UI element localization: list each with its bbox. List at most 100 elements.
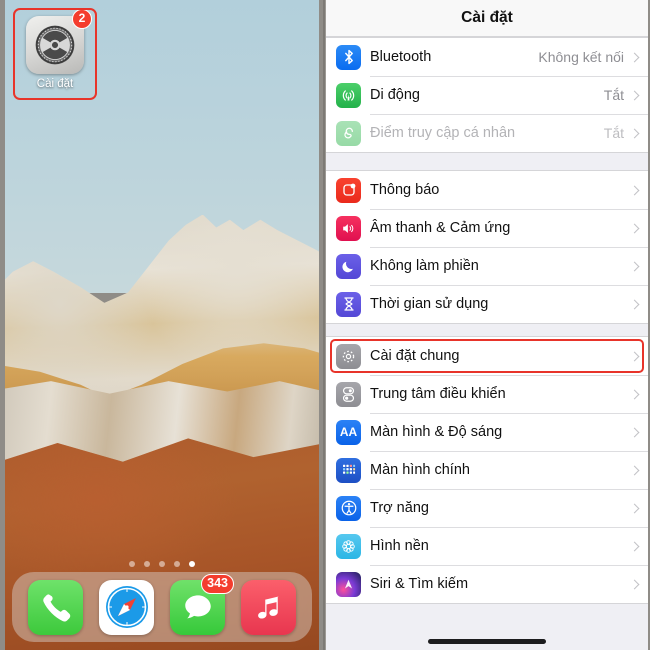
- wallpaper: [5, 0, 319, 650]
- home-indicator[interactable]: [428, 639, 546, 644]
- bluetooth-icon: [336, 44, 361, 70]
- row-value: Tắt: [603, 125, 624, 141]
- chevron-right-icon: [629, 223, 640, 233]
- chevron-right-icon: [629, 579, 640, 589]
- home-screen-panel: 2 Cài đặt 343: [0, 0, 325, 650]
- page-dot-3: [158, 561, 165, 567]
- cellular-glyph: [342, 89, 355, 101]
- settings-app-tile[interactable]: 2: [26, 9, 92, 74]
- control-center-icon: [336, 381, 361, 407]
- hotspot-icon: [336, 120, 361, 146]
- group-separator: [326, 324, 648, 336]
- page-dot-1: [128, 561, 135, 567]
- notifications-glyph: [342, 183, 355, 196]
- notifications-icon: [336, 177, 361, 203]
- settings-row-siri-search[interactable]: Siri & Tìm kiếm: [326, 565, 648, 603]
- phone-icon: [42, 594, 70, 622]
- accessibility-glyph: [341, 500, 356, 516]
- row-label: Siri & Tìm kiếm: [370, 576, 469, 592]
- speech-bubble-icon: [184, 595, 211, 619]
- row-label: Trung tâm điều khiển: [370, 386, 506, 402]
- chevron-right-icon: [629, 128, 640, 138]
- row-label: Hình nền: [370, 538, 429, 554]
- cellular-icon: [336, 82, 361, 108]
- row-value: Không kết nối: [538, 49, 624, 65]
- chevron-right-icon: [629, 541, 640, 551]
- chevron-right-icon: [629, 389, 640, 399]
- settings-group-connectivity: Bluetooth Không kết nối Di động Tắt Điểm…: [326, 37, 648, 153]
- compass-icon: [105, 586, 148, 628]
- settings-row-screen-time[interactable]: Thời gian sử dụng: [326, 285, 648, 323]
- aa-glyph: AA: [339, 425, 358, 439]
- row-label: Trợ năng: [370, 500, 429, 516]
- settings-row-display-brightness[interactable]: AA Màn hình & Độ sáng: [326, 413, 648, 451]
- hourglass-glyph: [343, 297, 354, 311]
- page-dot-4: [173, 561, 180, 567]
- speaker-glyph: [343, 223, 354, 233]
- chevron-right-icon: [629, 261, 640, 271]
- chevron-right-icon: [629, 185, 640, 195]
- row-label: Điểm truy cập cá nhân: [370, 125, 516, 141]
- page-title: Cài đặt: [461, 9, 513, 26]
- hotspot-glyph: [343, 127, 353, 139]
- messages-badge: 343: [201, 573, 234, 594]
- hourglass-icon: [336, 291, 361, 317]
- chevron-right-icon: [629, 427, 640, 437]
- settings-group-system: Cài đặt chung Trung tâm điều khiển AA Mà…: [326, 336, 648, 604]
- row-label: Cài đặt chung: [370, 348, 460, 364]
- control-center-glyph: [342, 386, 355, 402]
- chevron-right-icon: [629, 503, 640, 513]
- chevron-right-icon: [629, 52, 640, 62]
- row-label: Thời gian sử dụng: [370, 296, 489, 312]
- settings-row-sounds-haptics[interactable]: Âm thanh & Cảm ứng: [326, 209, 648, 247]
- chevron-right-icon: [629, 351, 640, 361]
- moon-glyph: [342, 261, 353, 272]
- chevron-right-icon: [629, 90, 640, 100]
- settings-row-general[interactable]: Cài đặt chung: [326, 337, 648, 375]
- flower-glyph: [342, 539, 355, 553]
- settings-row-accessibility[interactable]: Trợ năng: [326, 489, 648, 527]
- row-label: Di động: [370, 87, 420, 103]
- page-dots: [0, 561, 323, 567]
- dock-app-messages[interactable]: 343: [170, 573, 234, 635]
- settings-row-control-center[interactable]: Trung tâm điều khiển: [326, 375, 648, 413]
- row-label: Âm thanh & Cảm ứng: [370, 220, 511, 236]
- sounds-icon: [336, 215, 361, 241]
- settings-panel: Cài đặt Bluetooth Không kết nối Di động …: [325, 0, 648, 650]
- settings-row-wallpaper[interactable]: Hình nền: [326, 527, 648, 565]
- gear-icon: [35, 25, 75, 65]
- settings-row-bluetooth[interactable]: Bluetooth Không kết nối: [326, 38, 648, 76]
- dock-app-safari[interactable]: [99, 579, 154, 635]
- row-label: Màn hình & Độ sáng: [370, 424, 503, 440]
- settings-row-cellular[interactable]: Di động Tắt: [326, 76, 648, 114]
- group-separator: [326, 153, 648, 170]
- gear-glyph: [342, 350, 355, 362]
- dock-app-music[interactable]: [241, 579, 296, 635]
- settings-row-notifications[interactable]: Thông báo: [326, 171, 648, 209]
- gear-icon: [336, 343, 361, 369]
- settings-group-alerts: Thông báo Âm thanh & Cảm ứng Không làm p…: [326, 170, 648, 324]
- accessibility-icon: [336, 495, 361, 521]
- home-screen-icon: [336, 457, 361, 483]
- navigation-bar: Cài đặt: [326, 0, 648, 37]
- music-note-icon: [257, 596, 279, 619]
- row-label: Không làm phiền: [370, 258, 479, 274]
- page-dot-2: [143, 561, 150, 567]
- home-app-settings[interactable]: 2 Cài đặt: [22, 9, 92, 90]
- app-grid-glyph: [342, 464, 355, 474]
- chevron-right-icon: [629, 299, 640, 309]
- settings-badge: 2: [72, 9, 92, 29]
- dock-app-phone[interactable]: [28, 579, 83, 635]
- screenshot-root: 2 Cài đặt 343 Cài đặt Bluetooth Không kế…: [0, 0, 650, 650]
- siri-icon: [336, 571, 361, 597]
- settings-row-do-not-disturb[interactable]: Không làm phiền: [326, 247, 648, 285]
- settings-row-personal-hotspot[interactable]: Điểm truy cập cá nhân Tắt: [326, 114, 648, 152]
- settings-row-home-screen[interactable]: Màn hình chính: [326, 451, 648, 489]
- display-brightness-icon: AA: [336, 419, 361, 445]
- wallpaper-icon: [336, 533, 361, 559]
- chevron-right-icon: [629, 465, 640, 475]
- row-label: Màn hình chính: [370, 462, 470, 478]
- row-label: Bluetooth: [370, 49, 432, 65]
- page-dot-5: [188, 561, 195, 567]
- moon-icon: [336, 253, 361, 279]
